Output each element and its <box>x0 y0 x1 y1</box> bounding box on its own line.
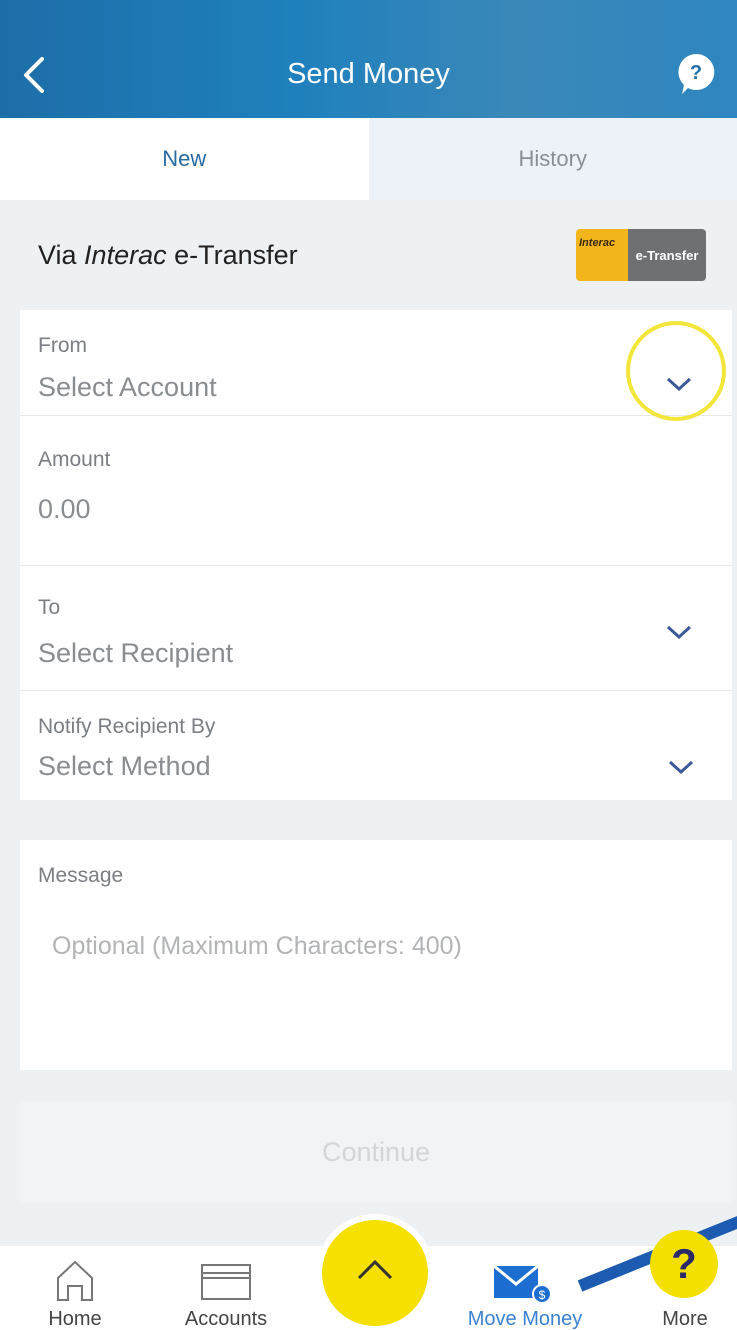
tab-bar: New History <box>0 118 737 200</box>
via-prefix: Via <box>38 240 85 270</box>
svg-text:$: $ <box>539 1288 546 1302</box>
from-label: From <box>38 334 87 357</box>
continue-button[interactable]: Continue <box>20 1102 732 1202</box>
transfer-form: From Select Account Amount 0.00 To Selec… <box>20 310 732 800</box>
interac-logo: Interac e-Transfer <box>576 229 706 281</box>
to-field[interactable]: To Select Recipient <box>20 566 732 691</box>
envelope-dollar-icon: $ <box>493 1264 552 1304</box>
via-brand: Interac <box>84 240 167 270</box>
amount-input[interactable]: 0.00 <box>38 494 91 525</box>
from-value[interactable]: Select Account <box>38 372 217 403</box>
tab-history[interactable]: History <box>368 118 737 200</box>
chevron-up-icon <box>357 1259 393 1280</box>
expand-menu-button[interactable] <box>322 1220 428 1326</box>
interac-logo-left: Interac <box>576 229 628 281</box>
interac-logo-right: e-Transfer <box>628 229 706 281</box>
help-chat-icon[interactable]: ? <box>676 52 716 96</box>
nav-accounts[interactable]: Accounts <box>176 1246 276 1330</box>
nav-accounts-label: Accounts <box>184 1308 268 1330</box>
home-icon <box>57 1260 93 1301</box>
nav-move-money-label: Move Money <box>467 1308 583 1330</box>
nav-more-label: More <box>662 1308 708 1330</box>
amount-field[interactable]: Amount 0.00 <box>20 416 732 566</box>
from-field[interactable]: From Select Account <box>20 310 732 416</box>
nav-home[interactable]: Home <box>30 1246 120 1330</box>
nav-move-money[interactable]: $ Move Money <box>450 1246 600 1330</box>
svg-text:?: ? <box>690 62 702 84</box>
notify-value[interactable]: Select Method <box>38 751 211 782</box>
message-label: Message <box>38 864 124 887</box>
notify-field[interactable]: Notify Recipient By Select Method <box>20 691 732 800</box>
tap-highlight-circle <box>626 321 726 421</box>
app-header: Send Money ? <box>0 0 737 118</box>
via-suffix: e-Transfer <box>166 240 298 270</box>
notify-label: Notify Recipient By <box>38 715 216 738</box>
amount-label: Amount <box>38 448 111 471</box>
card-icon <box>201 1264 251 1300</box>
help-bubble-button[interactable]: ? <box>650 1230 718 1298</box>
chevron-down-icon[interactable] <box>664 622 694 642</box>
message-input[interactable]: Optional (Maximum Characters: 400) <box>52 932 462 961</box>
transfer-method-label: Via Interac e-Transfer <box>38 240 298 271</box>
chevron-down-icon[interactable] <box>666 757 696 777</box>
page-title: Send Money <box>287 58 450 90</box>
to-value[interactable]: Select Recipient <box>38 638 233 669</box>
tab-new[interactable]: New <box>0 118 369 200</box>
message-card: Message Optional (Maximum Characters: 40… <box>20 840 732 1070</box>
to-label: To <box>38 596 61 619</box>
nav-home-label: Home <box>48 1308 102 1330</box>
